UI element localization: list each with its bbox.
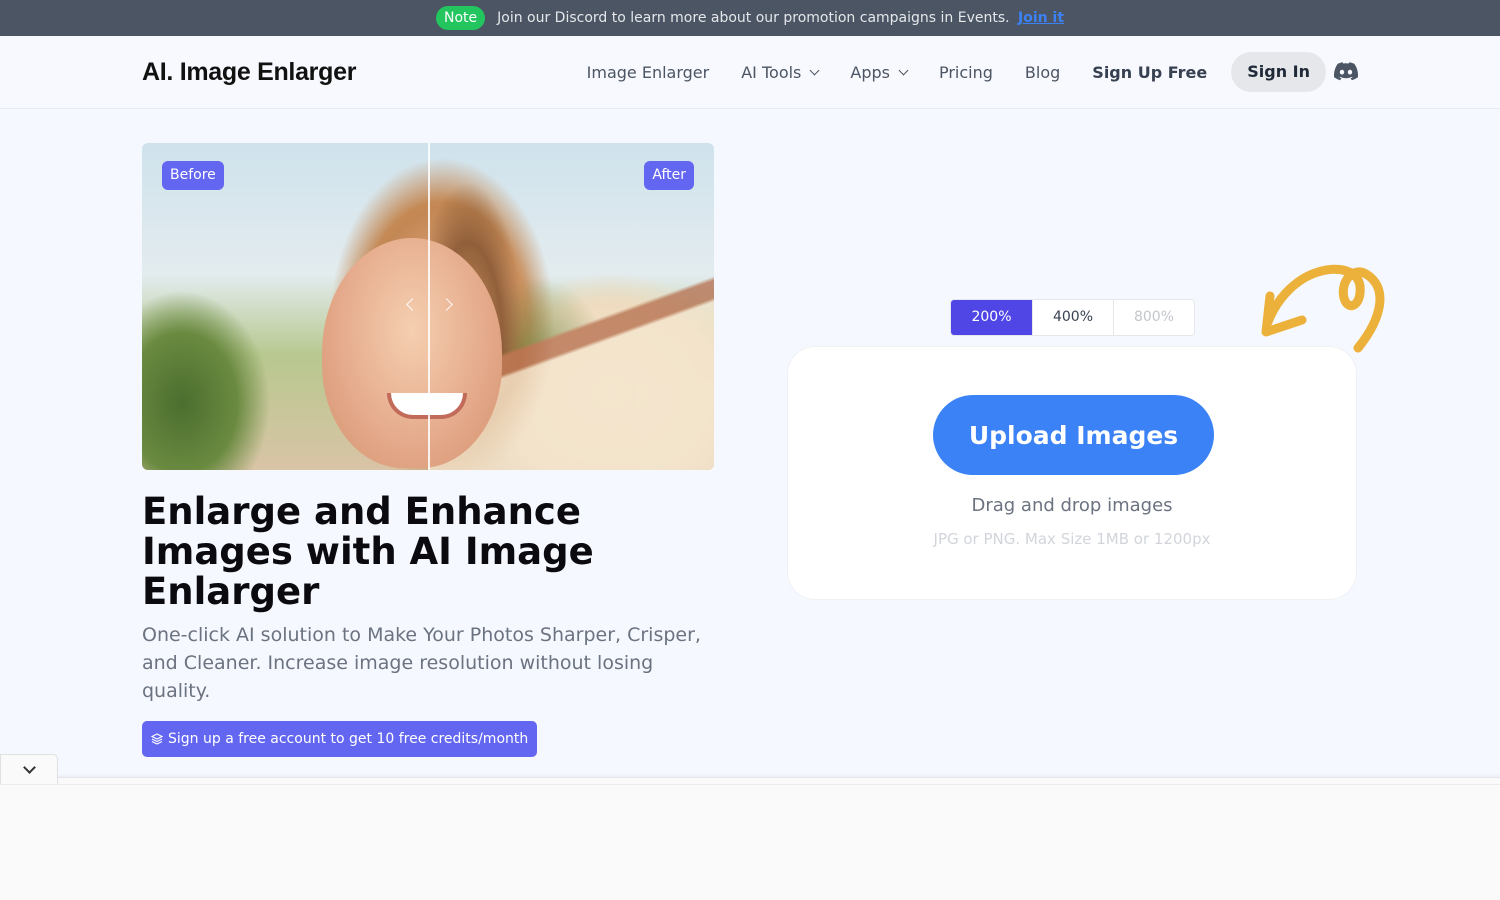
before-label: Before [162,161,224,190]
chevron-down-icon [898,65,909,75]
scale-selector: 200% 400% 800% [950,299,1195,336]
scale-200-button[interactable]: 200% [951,300,1032,335]
drag-drop-text: Drag and drop images [971,495,1173,516]
free-credits-label: Sign up a free account to get 10 free cr… [168,731,529,747]
nav-label: Apps [850,62,890,82]
layers-icon [151,733,163,745]
panel-divider [0,784,1500,785]
announcement-message: Join our Discord to learn more about our… [497,10,1010,26]
nav-pricing[interactable]: Pricing [939,63,993,82]
discord-icon[interactable] [1334,62,1358,82]
nav-label: AI Tools [741,62,802,82]
hero-title: Enlarge and Enhance Images with AI Image… [142,490,594,613]
nav-blog[interactable]: Blog [1025,63,1060,82]
note-badge: Note [435,6,486,30]
nav-apps[interactable]: Apps [850,62,909,82]
file-requirements-hint: JPG or PNG. Max Size 1MB or 1200px [933,530,1211,548]
scale-800-button[interactable]: 800% [1113,300,1194,335]
hero-subtitle: One-click AI solution to Make Your Photo… [142,624,701,702]
nav-ai-tools[interactable]: AI Tools [741,62,820,82]
chevron-down-icon [22,760,36,774]
before-after-comparison[interactable]: Before After [142,143,714,470]
sign-up-free-link[interactable]: Sign Up Free [1092,63,1207,82]
nav-image-enlarger[interactable]: Image Enlarger [587,63,710,82]
free-credits-button[interactable]: Sign up a free account to get 10 free cr… [142,721,538,757]
after-label: After [644,161,694,190]
bottom-panel [0,777,1500,900]
announcement-bar: Note Join our Discord to learn more abou… [0,0,1500,36]
upload-dropzone[interactable]: Upload Images Drag and drop images JPG o… [787,346,1357,600]
nav-label: Image Enlarger [586,62,710,82]
join-discord-link[interactable]: Join it [1018,10,1064,26]
site-header: AI. Image Enlarger Image Enlarger AI Too… [0,36,1500,109]
portrait-face [322,238,502,468]
upload-images-button[interactable]: Upload Images [933,395,1214,475]
nav-label: Blog [1024,62,1061,82]
nav-label: Pricing [938,62,993,82]
scale-400-button[interactable]: 400% [1032,300,1113,335]
comparison-slider-handle[interactable] [428,143,430,470]
chevron-down-icon [809,65,820,75]
announcement-text: Join our Discord to learn more about our… [497,10,1064,26]
sign-in-button[interactable]: Sign In [1231,52,1326,92]
curly-arrow-icon [1261,264,1385,353]
logo[interactable]: AI. Image Enlarger [142,58,356,87]
main-nav: Image Enlarger AI Tools Apps Pricing Blo… [587,52,1358,92]
collapse-panel-toggle[interactable] [0,754,58,784]
